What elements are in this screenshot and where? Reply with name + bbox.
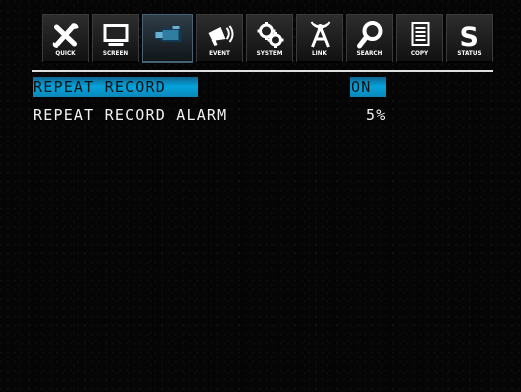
system-menu-button[interactable]: SYSTEM bbox=[246, 14, 293, 63]
link-menu-button[interactable]: LINK bbox=[296, 14, 343, 63]
search-label: SEARCH bbox=[356, 50, 383, 57]
quick-label: QUICK bbox=[55, 50, 76, 57]
toolbar-divider bbox=[32, 70, 493, 72]
repeat-record-label: REPEAT RECORD bbox=[33, 77, 198, 97]
repeat-record-alarm-row[interactable]: REPEAT RECORD ALARM 5% bbox=[33, 105, 403, 125]
document-copy-icon bbox=[411, 22, 429, 46]
copy-label: COPY bbox=[410, 50, 429, 57]
gears-icon bbox=[257, 22, 283, 48]
status-s-icon: S bbox=[459, 22, 478, 49]
record-menu-button[interactable] bbox=[142, 14, 193, 63]
status-menu-button[interactable]: S STATUS bbox=[446, 14, 493, 63]
camera-icon bbox=[154, 26, 181, 42]
copy-menu-button[interactable]: COPY bbox=[396, 14, 443, 63]
magnifier-icon bbox=[356, 21, 382, 49]
repeat-record-row[interactable]: REPEAT RECORD ON bbox=[33, 77, 403, 97]
status-label: STATUS bbox=[457, 50, 482, 57]
link-label: LINK bbox=[312, 50, 327, 57]
repeat-record-value[interactable]: ON bbox=[350, 77, 386, 97]
dvr-record-settings-screen: QUICK SCREEN EVENT SYSTEM LINK SEARCH CO… bbox=[0, 0, 521, 392]
megaphone-icon bbox=[208, 25, 233, 46]
system-label: SYSTEM bbox=[256, 50, 283, 57]
antenna-icon bbox=[310, 21, 330, 48]
repeat-record-alarm-label: REPEAT RECORD ALARM bbox=[33, 106, 228, 124]
event-label: EVENT bbox=[209, 50, 230, 57]
quick-menu-button[interactable]: QUICK bbox=[42, 14, 89, 63]
screen-label: SCREEN bbox=[102, 50, 129, 57]
main-toolbar: QUICK SCREEN EVENT SYSTEM LINK SEARCH CO… bbox=[42, 14, 494, 66]
monitor-icon bbox=[103, 24, 128, 46]
event-menu-button[interactable]: EVENT bbox=[196, 14, 243, 63]
repeat-record-alarm-value[interactable]: 5% bbox=[366, 105, 396, 125]
tools-icon bbox=[52, 23, 78, 48]
screen-menu-button[interactable]: SCREEN bbox=[92, 14, 139, 63]
svg-text:S: S bbox=[459, 22, 478, 49]
search-menu-button[interactable]: SEARCH bbox=[346, 14, 393, 63]
